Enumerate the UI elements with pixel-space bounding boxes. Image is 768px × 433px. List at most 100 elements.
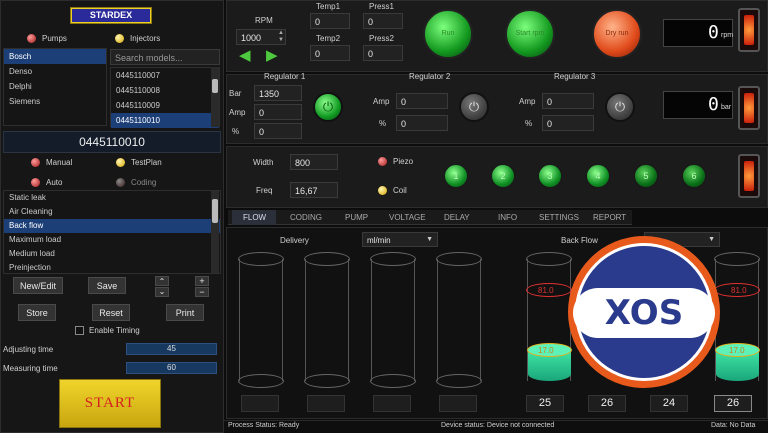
test-scrollbar[interactable] (211, 191, 219, 273)
tab-voltage[interactable]: VOLTAGE (389, 213, 426, 222)
model-scrollbar[interactable] (211, 67, 219, 127)
test-item[interactable]: Medium load (4, 247, 220, 261)
stardex-logo: STARDEX (70, 7, 152, 24)
model-item[interactable]: 0445110008 (111, 83, 219, 98)
manufacturer-item[interactable]: Bosch (4, 49, 106, 64)
enable-timing-checkbox[interactable] (75, 326, 84, 335)
plus-button[interactable]: + (195, 276, 209, 286)
scroll-thumb[interactable] (212, 79, 218, 93)
backflow-label: Back Flow (561, 236, 598, 245)
tab-report[interactable]: REPORT (593, 213, 626, 222)
press2-field: 0 (363, 45, 403, 61)
test-item[interactable]: Air Cleaning (4, 205, 220, 219)
delivery-tube-1 (239, 259, 283, 381)
regulator-2-power-icon[interactable]: ⏻ (459, 92, 489, 122)
move-up-button[interactable]: ⌃ (155, 276, 169, 286)
test-item[interactable]: Static leak (4, 191, 220, 205)
manual-radio[interactable] (31, 158, 40, 167)
backflow-value: 26 (588, 395, 626, 412)
regulator-3-power-icon[interactable]: ⏻ (605, 92, 635, 122)
tab-delay[interactable]: DELAY (444, 213, 470, 222)
channel-5-led[interactable]: 5 (633, 163, 659, 189)
scroll-thumb[interactable] (212, 199, 218, 223)
width-input[interactable]: 800 (290, 154, 338, 170)
width-label: Width (253, 158, 274, 167)
test-item[interactable]: Maximum load (4, 233, 220, 247)
test-item[interactable]: Preinjection (4, 261, 220, 275)
piezo-radio[interactable] (378, 157, 387, 166)
r1-amp-input[interactable]: 0 (254, 104, 302, 120)
print-button[interactable]: Print (166, 304, 204, 321)
r2-amp-label: Amp (373, 97, 390, 106)
r1-amp-label: Amp (229, 108, 246, 117)
backflow-value: 26 (714, 395, 752, 412)
model-item[interactable]: 0445110010 (111, 113, 219, 128)
new-edit-button[interactable]: New/Edit (13, 277, 63, 294)
manufacturer-list[interactable]: Bosch Denso Delphi Siemens (3, 48, 107, 126)
tab-info[interactable]: INFO (498, 213, 517, 222)
logo-text: STARDEX (72, 9, 150, 22)
manufacturer-item[interactable]: Siemens (4, 94, 106, 109)
channel-4-led[interactable]: 4 (585, 163, 611, 189)
pumps-radio[interactable] (27, 34, 36, 43)
rpm-label: RPM (255, 16, 273, 25)
coil-radio[interactable] (378, 186, 387, 195)
r1-pct-input[interactable]: 0 (254, 123, 302, 139)
auto-label: Auto (46, 178, 63, 187)
regulator-1-power-icon[interactable]: ⏻ (313, 92, 343, 122)
tab-settings[interactable]: SETTINGS (539, 213, 579, 222)
manufacturer-item[interactable]: Denso (4, 64, 106, 79)
injectors-radio[interactable] (115, 34, 124, 43)
test-item[interactable]: Back flow (4, 219, 220, 233)
tab-pump[interactable]: PUMP (345, 213, 368, 222)
r2-amp-input[interactable]: 0 (396, 93, 448, 109)
lamp-light (744, 15, 754, 45)
r3-amp-input[interactable]: 0 (542, 93, 594, 109)
start-button[interactable]: START (59, 379, 161, 428)
measuring-time-field[interactable]: 60 (126, 362, 217, 374)
coding-radio[interactable] (116, 178, 125, 187)
coil-label: Coil (393, 186, 407, 195)
auto-radio[interactable] (31, 178, 40, 187)
delivery-unit-select[interactable]: ml/min ▼ (362, 232, 438, 247)
bar-input[interactable]: 1350 (254, 85, 302, 101)
testplan-radio[interactable] (116, 158, 125, 167)
regulator-3-title: Regulator 3 (554, 72, 596, 81)
adjusting-time-field[interactable]: 45 (126, 343, 217, 355)
move-down-button[interactable]: ⌄ (155, 287, 169, 297)
temp2-label: Temp2 (316, 34, 341, 43)
model-item[interactable]: 0445110009 (111, 98, 219, 113)
test-list[interactable]: Static leak Air Cleaning Back flow Maxim… (3, 190, 221, 274)
rpm-display-value: 0 (708, 22, 719, 43)
model-search-input[interactable]: Search models... (110, 49, 220, 65)
save-button[interactable]: Save (88, 277, 126, 294)
press1-field: 0 (363, 13, 403, 29)
minus-button[interactable]: − (195, 287, 209, 297)
tube-top (714, 252, 760, 266)
r2-pct-input[interactable]: 0 (396, 115, 448, 131)
run-button[interactable]: Run (423, 9, 473, 59)
channel-2-led[interactable]: 2 (490, 163, 516, 189)
process-status: Process Status: Ready (228, 422, 300, 429)
dry-run-button[interactable]: Dry run (592, 9, 642, 59)
channel-1-led[interactable]: 1 (443, 163, 469, 189)
tab-flow[interactable]: FLOW (243, 213, 266, 222)
freq-input[interactable]: 16,67 (290, 182, 338, 198)
channel-6-led[interactable]: 6 (681, 163, 707, 189)
channel-3-led[interactable]: 3 (537, 163, 563, 189)
xos-watermark-text: XOS (573, 288, 715, 338)
start-rpm-button[interactable]: Start rpm (505, 9, 555, 59)
reset-button[interactable]: Reset (92, 304, 130, 321)
store-button[interactable]: Store (18, 304, 56, 321)
arrow-right-icon[interactable]: ▶ (266, 48, 283, 63)
manufacturer-item[interactable]: Delphi (4, 79, 106, 94)
regulator-1-title: Regulator 1 (264, 72, 306, 81)
model-item[interactable]: 0445110007 (111, 68, 219, 83)
r3-pct-input[interactable]: 0 (542, 115, 594, 131)
arrow-left-icon[interactable]: ◀ (239, 48, 256, 63)
coding-label: Coding (131, 178, 157, 187)
model-list[interactable]: 0445110007 0445110008 0445110009 0445110… (110, 67, 220, 128)
lamp-light (744, 93, 754, 123)
tab-coding[interactable]: CODING (290, 213, 322, 222)
rpm-spinner[interactable]: ▲ ▼ (277, 30, 285, 44)
